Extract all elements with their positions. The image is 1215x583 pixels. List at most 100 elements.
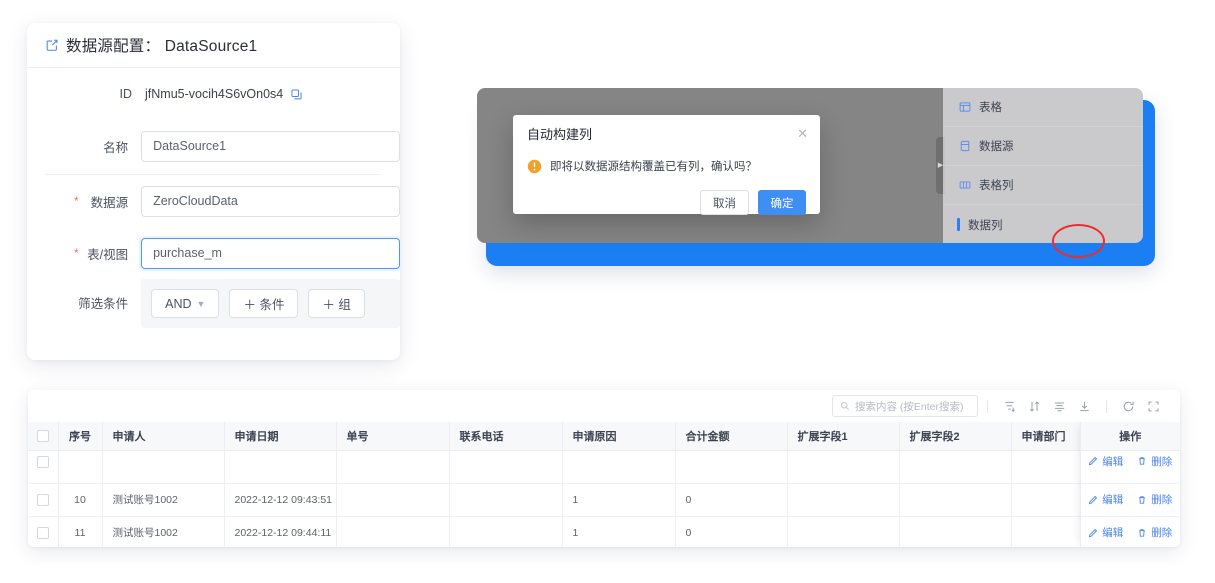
confirm-button[interactable]: 确定 — [758, 190, 806, 215]
chevron-down-icon: ▼ — [196, 298, 206, 309]
right-side-panel: 表格 数据源 表格列 数据列 — [943, 88, 1143, 243]
cell-apply-date — [224, 450, 337, 484]
panel-item-table[interactable]: 表格 — [943, 88, 1143, 127]
cell-seq: 11 — [58, 516, 103, 547]
cell-order-no — [336, 450, 450, 484]
col-header-ext1[interactable]: 扩展字段1 — [787, 422, 900, 451]
density-icon[interactable] — [1047, 395, 1072, 417]
panel-item-label: 表格列 — [979, 180, 1014, 192]
filter-builder: AND ▼ ＋ 条件 ＋ 组 — [141, 279, 400, 328]
row-delete-button[interactable]: 删除 — [1137, 525, 1172, 540]
cell-ext2 — [899, 483, 1012, 517]
table-row[interactable]: 10 测试账号1002 2022-12-12 09:43:51 1 0 编辑 删… — [28, 483, 1180, 517]
col-header-apply-date[interactable]: 申请日期 — [224, 422, 337, 451]
warning-icon — [527, 159, 542, 174]
toolbar-divider — [987, 399, 988, 413]
row-checkbox[interactable] — [36, 456, 49, 469]
cell-dept — [1011, 483, 1081, 517]
row-edit-button[interactable]: 编辑 — [1088, 525, 1123, 540]
col-header-applicant[interactable]: 申请人 — [102, 422, 225, 451]
dialog-footer: 取消 确定 — [513, 181, 820, 215]
cancel-button[interactable]: 取消 — [700, 190, 749, 215]
cell-seq: 10 — [58, 483, 103, 517]
row-checkbox[interactable] — [36, 493, 49, 506]
cell-phone — [449, 516, 563, 547]
cell-applicant: 测试账号1002 — [102, 516, 225, 547]
cell-amount: 0 — [675, 483, 788, 517]
panel-item-label: 表格 — [979, 102, 1002, 114]
cell-applicant — [102, 450, 225, 484]
add-group-button[interactable]: ＋ 组 — [308, 289, 365, 318]
datasource-table-select[interactable]: purchase_m — [141, 237, 400, 269]
select-all-header — [28, 422, 59, 451]
select-all-checkbox[interactable] — [36, 429, 49, 442]
datasource-id-row: ID jfNmu5-vocih4S6vOn0s4 — [27, 68, 400, 120]
sort-icon[interactable] — [1022, 395, 1047, 417]
pencil-icon — [1089, 528, 1098, 537]
datasource-id-value: jfNmu5-vocih4S6vOn0s4 — [145, 87, 284, 101]
copy-icon[interactable] — [290, 88, 303, 101]
cell-order-no — [336, 516, 450, 547]
screenshot-root: 数据源配置： DataSource1 ID jfNmu5-vocih4S6vOn… — [0, 0, 1215, 583]
cell-order-no — [336, 483, 450, 517]
generate-highlight-circle — [1052, 224, 1105, 258]
panel-item-label: 数据源 — [979, 141, 1014, 153]
filter-logic-select[interactable]: AND ▼ — [151, 289, 220, 318]
data-table-card: 搜索内容 (按Enter搜索) 序号 申请人 申请日期 单号 联系电话 申请原因… — [28, 390, 1180, 547]
row-edit-label: 编辑 — [1102, 455, 1124, 468]
cell-actions: 编辑 删除 — [1080, 450, 1180, 484]
pencil-icon — [1089, 495, 1098, 504]
cell-actions: 编辑 删除 — [1080, 516, 1180, 547]
col-header-phone[interactable]: 联系电话 — [449, 422, 563, 451]
row-checkbox[interactable] — [36, 526, 49, 539]
datasource-source-row: 数据源 ZeroCloudData — [27, 175, 400, 227]
database-icon — [959, 140, 971, 152]
panel-item-data-columns[interactable]: 数据列 — [943, 205, 1143, 243]
cell-amount — [675, 450, 788, 484]
row-edit-button[interactable]: 编辑 — [1088, 454, 1123, 469]
table-header-row: 序号 申请人 申请日期 单号 联系电话 申请原因 合计金额 扩展字段1 扩展字段… — [28, 422, 1180, 451]
datasource-name-input[interactable]: DataSource1 — [141, 130, 400, 162]
row-edit-button[interactable]: 编辑 — [1088, 492, 1123, 507]
row-edit-label: 编辑 — [1102, 527, 1124, 539]
cell-reason — [562, 450, 676, 484]
refresh-icon[interactable] — [1116, 395, 1141, 417]
panel-item-datasource[interactable]: 数据源 — [943, 127, 1143, 166]
row-delete-button[interactable]: 删除 — [1137, 454, 1172, 469]
cell-reason: 1 — [562, 516, 676, 547]
cell-actions: 编辑 删除 — [1080, 483, 1180, 517]
trash-icon — [1139, 495, 1146, 504]
col-header-actions: 操作 — [1080, 422, 1180, 451]
col-header-amount[interactable]: 合计金额 — [675, 422, 788, 451]
col-header-reason[interactable]: 申请原因 — [562, 422, 676, 451]
cell-ext2 — [899, 516, 1012, 547]
datasource-table-row: 表/视图 purchase_m — [27, 227, 400, 279]
col-header-seq[interactable]: 序号 — [58, 422, 103, 451]
search-input[interactable]: 搜索内容 (按Enter搜索) — [832, 395, 978, 417]
export-icon[interactable] — [1072, 395, 1097, 417]
trash-icon — [1139, 528, 1146, 537]
cell-applicant: 测试账号1002 — [102, 483, 225, 517]
dialog-message: 即将以数据源结构覆盖已有列，确认吗？ — [550, 161, 757, 173]
filter-condition-label: 筛选条件 — [78, 297, 129, 311]
col-header-ext2[interactable]: 扩展字段2 — [899, 422, 1012, 451]
datasource-id-label: ID — [119, 87, 133, 101]
col-header-order-no[interactable]: 单号 — [336, 422, 450, 451]
datasource-source-select[interactable]: ZeroCloudData — [141, 185, 400, 217]
close-icon[interactable]: ✕ — [797, 127, 808, 140]
edit-square-icon — [45, 38, 59, 52]
row-delete-button[interactable]: 删除 — [1137, 492, 1172, 507]
col-header-dept[interactable]: 申请部门 — [1011, 422, 1081, 451]
column-filter-icon[interactable] — [997, 395, 1022, 417]
table-row[interactable]: 编辑 删除 — [28, 450, 1180, 484]
panel-item-table-columns[interactable]: 表格列 — [943, 166, 1143, 205]
datasource-table-label: 表/视图 — [27, 244, 141, 263]
row-delete-label: 删除 — [1151, 494, 1173, 506]
cell-ext1 — [787, 450, 900, 484]
row-select-cell — [28, 450, 59, 484]
datasource-name-row: 名称 DataSource1 — [27, 120, 400, 172]
fullscreen-icon[interactable] — [1141, 395, 1166, 417]
table-row[interactable]: 11 测试账号1002 2022-12-12 09:44:11 1 0 编辑 删… — [28, 516, 1180, 547]
search-icon — [840, 401, 850, 411]
add-condition-button[interactable]: ＋ 条件 — [229, 289, 299, 318]
